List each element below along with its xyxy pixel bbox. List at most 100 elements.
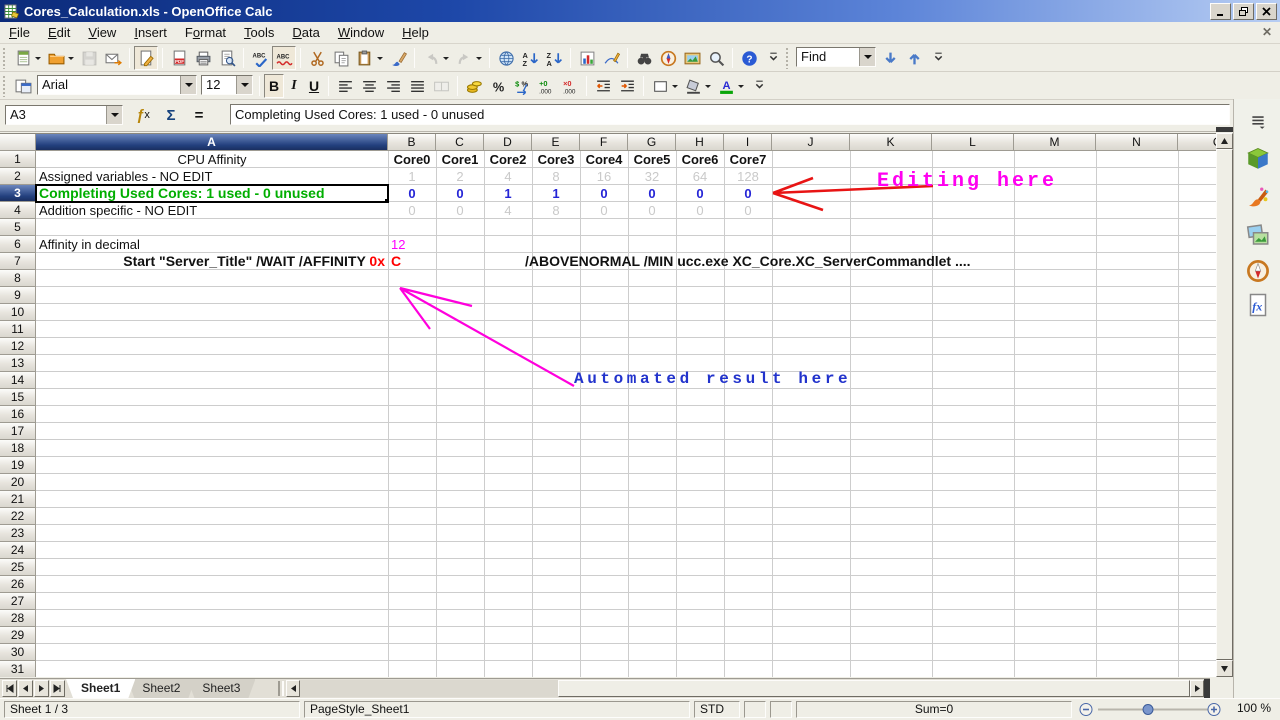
- undo-icon[interactable]: [419, 46, 443, 70]
- row-header-19[interactable]: 19: [0, 457, 36, 474]
- font-name-dropdown-icon[interactable]: [180, 76, 196, 94]
- underline-button[interactable]: U: [304, 74, 324, 98]
- vertical-scroll-thumb[interactable]: [1216, 149, 1233, 660]
- menu-view[interactable]: View: [79, 23, 125, 42]
- formula-input[interactable]: Completing Used Cores: 1 used - 0 unused: [230, 104, 1230, 125]
- font-name-combobox[interactable]: Arial: [37, 75, 197, 95]
- cell-G1[interactable]: Core5: [628, 151, 676, 168]
- menu-data[interactable]: Data: [283, 23, 328, 42]
- row-header-26[interactable]: 26: [0, 576, 36, 593]
- sidebar-navigator-icon[interactable]: [1244, 257, 1272, 285]
- minimize-button[interactable]: [1210, 3, 1231, 20]
- cell-H1[interactable]: Core6: [676, 151, 724, 168]
- undo-dropdown-icon[interactable]: [443, 57, 449, 63]
- first-sheet-icon[interactable]: [2, 680, 17, 697]
- align-right-icon[interactable]: [381, 74, 405, 98]
- cell-C2[interactable]: 2: [436, 168, 484, 185]
- name-box-dropdown-icon[interactable]: [106, 106, 122, 124]
- cell-H4[interactable]: 0: [676, 202, 724, 219]
- horizontal-split-handle[interactable]: [1204, 679, 1210, 699]
- background-color-dropdown-icon[interactable]: [705, 85, 711, 91]
- cell-C3[interactable]: 0: [436, 185, 484, 202]
- column-header-G[interactable]: G: [628, 134, 676, 151]
- row-header-27[interactable]: 27: [0, 593, 36, 610]
- menu-format[interactable]: Format: [176, 23, 235, 42]
- menu-help[interactable]: Help: [393, 23, 438, 42]
- open-folder-icon[interactable]: [44, 46, 68, 70]
- cell-F2[interactable]: 16: [580, 168, 628, 185]
- sidebar-styles-icon[interactable]: [1244, 183, 1272, 211]
- font-color-dropdown-icon[interactable]: [738, 85, 744, 91]
- last-sheet-icon[interactable]: [50, 680, 65, 697]
- cell-A3[interactable]: Completing Used Cores: 1 used - 0 unused: [36, 185, 388, 202]
- copy-icon[interactable]: [329, 46, 353, 70]
- hscroll-track[interactable]: [300, 680, 558, 697]
- find-dropdown-icon[interactable]: [859, 48, 875, 66]
- cell-B7[interactable]: C: [388, 253, 436, 270]
- export-pdf-icon[interactable]: PDF: [167, 46, 191, 70]
- cell-B3[interactable]: 0: [388, 185, 436, 202]
- cell-C1[interactable]: Core1: [436, 151, 484, 168]
- cell-D1[interactable]: Core2: [484, 151, 532, 168]
- row-header-2[interactable]: 2: [0, 168, 36, 185]
- menu-edit[interactable]: Edit: [39, 23, 79, 42]
- row-header-21[interactable]: 21: [0, 491, 36, 508]
- borders-icon[interactable]: [648, 74, 672, 98]
- menu-window[interactable]: Window: [329, 23, 393, 42]
- column-header-J[interactable]: J: [772, 134, 850, 151]
- cell-G3[interactable]: 0: [628, 185, 676, 202]
- column-header-B[interactable]: B: [388, 134, 436, 151]
- cells-area[interactable]: CPU AffinityCore0Core1Core2Core3Core4Cor…: [36, 151, 1216, 677]
- new-document-dropdown-icon[interactable]: [35, 57, 41, 63]
- auto-spellcheck-icon[interactable]: ABC: [272, 46, 296, 70]
- cell-A4[interactable]: Addition specific - NO EDIT: [36, 202, 388, 219]
- cell-I3[interactable]: 0: [724, 185, 772, 202]
- sort-descending-icon[interactable]: ZA: [542, 46, 566, 70]
- row-header-14[interactable]: 14: [0, 372, 36, 389]
- merge-cells-icon[interactable]: [429, 74, 453, 98]
- redo-icon[interactable]: [452, 46, 476, 70]
- row-header-7[interactable]: 7: [0, 253, 36, 270]
- find-combobox[interactable]: Find: [796, 47, 876, 67]
- toolbar-options-icon[interactable]: [926, 46, 950, 70]
- row-header-20[interactable]: 20: [0, 474, 36, 491]
- save-icon[interactable]: [77, 46, 101, 70]
- row-header-22[interactable]: 22: [0, 508, 36, 525]
- align-justify-icon[interactable]: [405, 74, 429, 98]
- cell-D2[interactable]: 4: [484, 168, 532, 185]
- cell-F3[interactable]: 0: [580, 185, 628, 202]
- italic-button[interactable]: I: [284, 74, 304, 98]
- cell-B2[interactable]: 1: [388, 168, 436, 185]
- row-header-17[interactable]: 17: [0, 423, 36, 440]
- zoom-icon[interactable]: [704, 46, 728, 70]
- column-header-N[interactable]: N: [1096, 134, 1178, 151]
- help-icon[interactable]: ?: [737, 46, 761, 70]
- number-currency-icon[interactable]: [462, 74, 486, 98]
- cell-F4[interactable]: 0: [580, 202, 628, 219]
- toolbar-grip[interactable]: [3, 48, 8, 69]
- column-header-C[interactable]: C: [436, 134, 484, 151]
- row-header-6[interactable]: 6: [0, 236, 36, 253]
- open-folder-dropdown-icon[interactable]: [68, 57, 74, 63]
- column-header-O[interactable]: O: [1178, 134, 1216, 151]
- cell-B1[interactable]: Core0: [388, 151, 436, 168]
- menu-file[interactable]: File: [0, 23, 39, 42]
- background-color-icon[interactable]: [681, 74, 705, 98]
- cell-E1[interactable]: Core3: [532, 151, 580, 168]
- row-header-5[interactable]: 5: [0, 219, 36, 236]
- sidebar-functions-icon[interactable]: fx: [1244, 291, 1272, 319]
- row-header-30[interactable]: 30: [0, 644, 36, 661]
- row-header-16[interactable]: 16: [0, 406, 36, 423]
- name-box[interactable]: A3: [5, 105, 123, 125]
- sheet-tab-sheet1[interactable]: Sheet1: [66, 679, 135, 698]
- menu-insert[interactable]: Insert: [125, 23, 176, 42]
- toolbar-options-icon[interactable]: [747, 74, 771, 98]
- row-header-15[interactable]: 15: [0, 389, 36, 406]
- cell-I1[interactable]: Core7: [724, 151, 772, 168]
- print-icon[interactable]: [191, 46, 215, 70]
- row-header-13[interactable]: 13: [0, 355, 36, 372]
- cell-G4[interactable]: 0: [628, 202, 676, 219]
- cell-E4[interactable]: 8: [532, 202, 580, 219]
- delete-decimal-icon[interactable]: ×0.000: [558, 74, 582, 98]
- page-preview-icon[interactable]: [215, 46, 239, 70]
